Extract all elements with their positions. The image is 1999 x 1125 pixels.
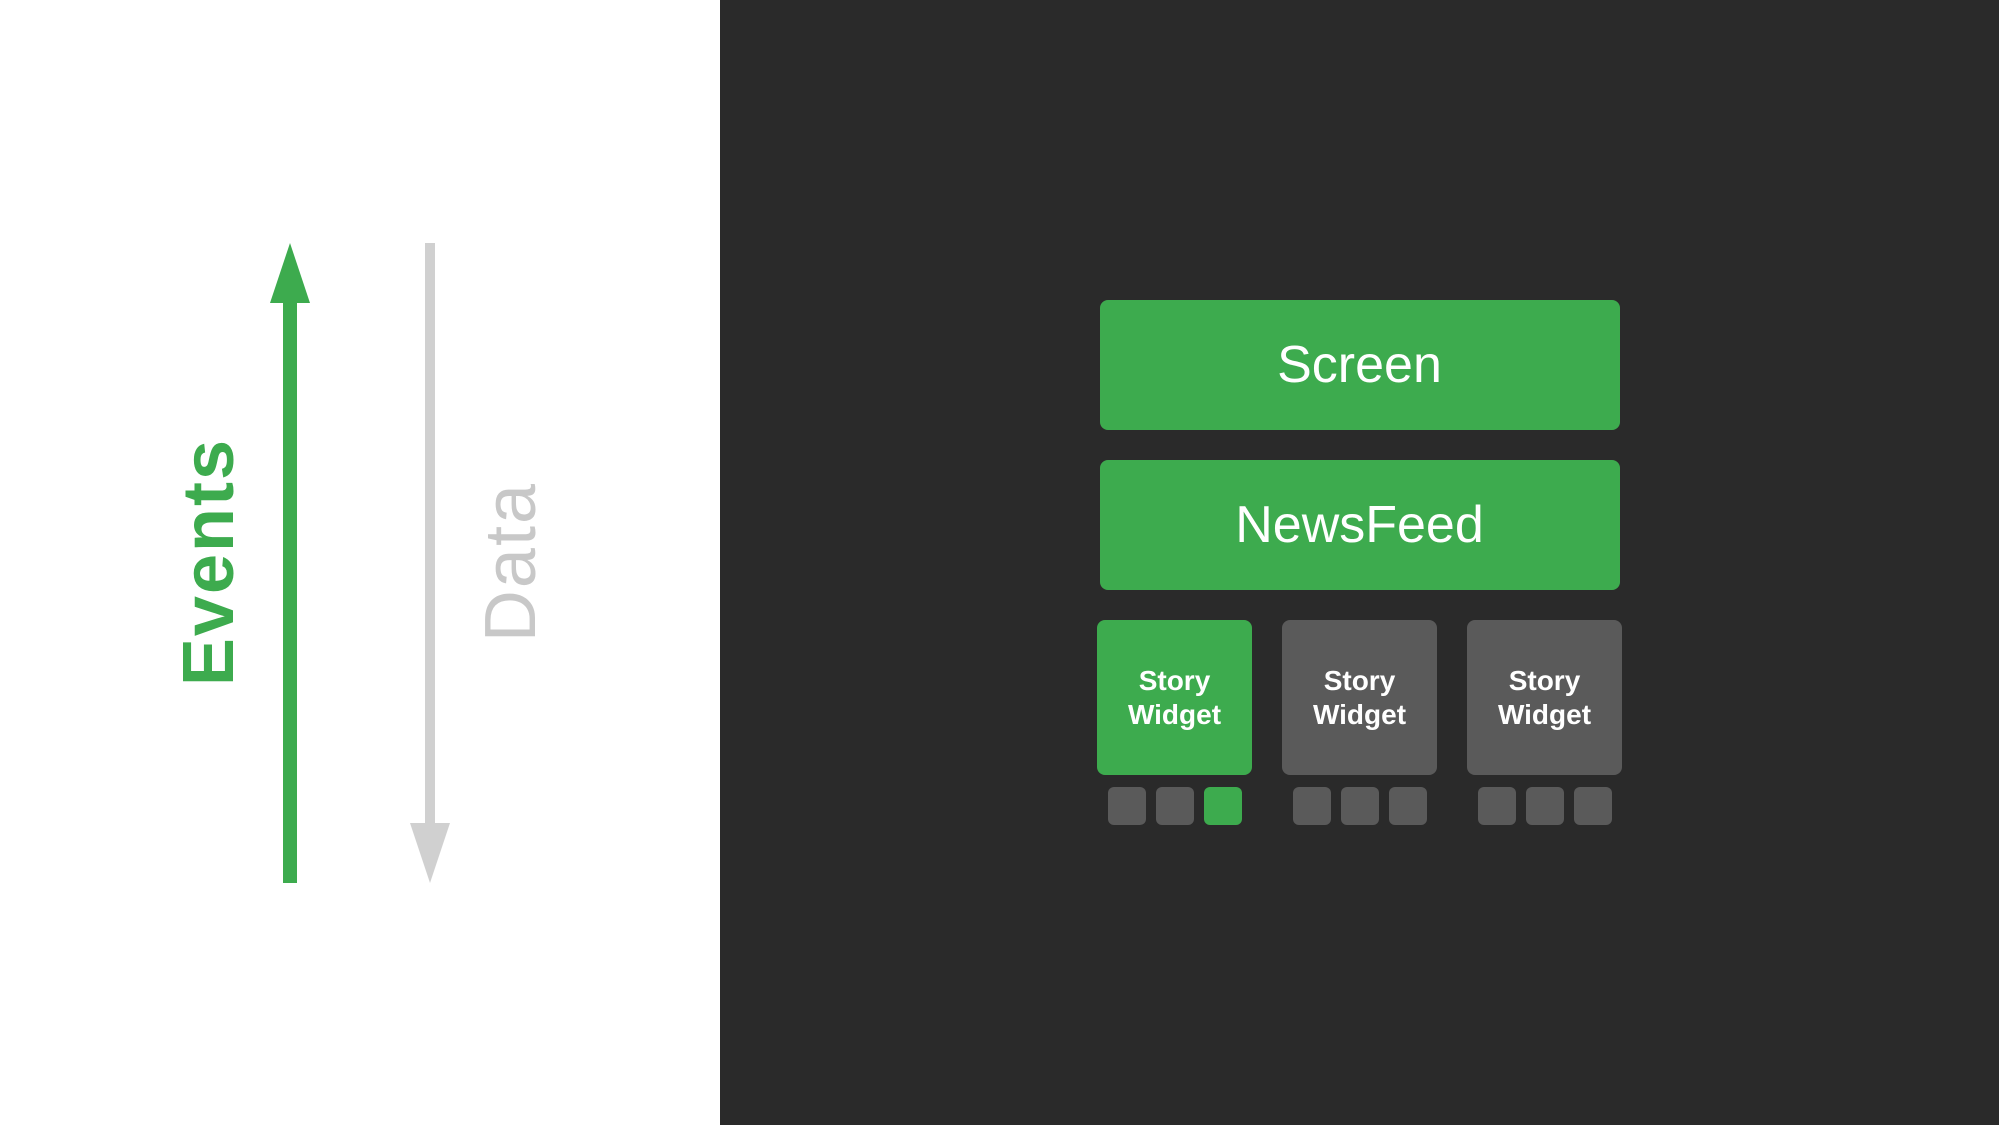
dots-row-3 — [1478, 787, 1612, 825]
screen-box: Screen — [1100, 300, 1620, 430]
dots-row-1 — [1108, 787, 1242, 825]
dot-3-3 — [1574, 787, 1612, 825]
data-label: Data — [470, 482, 552, 642]
data-arrow-group: Data — [410, 223, 552, 903]
story-widget-label-2: StoryWidget — [1313, 664, 1406, 731]
story-widget-label-3: StoryWidget — [1498, 664, 1591, 731]
story-widget-group-1: StoryWidget — [1097, 620, 1252, 825]
right-content: Screen NewsFeed StoryWidget — [800, 300, 1919, 825]
story-widget-label-1: StoryWidget — [1128, 664, 1221, 731]
arrows-container: Events Data — [168, 213, 552, 913]
story-widget-box-2: StoryWidget — [1282, 620, 1437, 775]
left-panel: Events Data — [0, 0, 720, 1125]
events-arrow-icon — [270, 223, 310, 903]
dots-row-2 — [1293, 787, 1427, 825]
story-widget-group-2: StoryWidget — [1282, 620, 1437, 825]
dot-3-1 — [1478, 787, 1516, 825]
dot-1-1 — [1108, 787, 1146, 825]
story-widget-box-1: StoryWidget — [1097, 620, 1252, 775]
dot-2-3 — [1389, 787, 1427, 825]
screen-label: Screen — [1277, 335, 1442, 395]
events-arrow-group: Events — [168, 223, 310, 903]
dot-1-3 — [1204, 787, 1242, 825]
story-widget-box-3: StoryWidget — [1467, 620, 1622, 775]
data-arrow-icon — [410, 223, 450, 903]
dot-1-2 — [1156, 787, 1194, 825]
newsfeed-label: NewsFeed — [1235, 495, 1484, 555]
story-widget-group-3: StoryWidget — [1467, 620, 1622, 825]
dot-2-1 — [1293, 787, 1331, 825]
newsfeed-box: NewsFeed — [1100, 460, 1620, 590]
dot-2-2 — [1341, 787, 1379, 825]
right-panel: Screen NewsFeed StoryWidget — [720, 0, 1999, 1125]
dot-3-2 — [1526, 787, 1564, 825]
events-label: Events — [168, 438, 250, 686]
story-widgets-row: StoryWidget StoryWidget — [1097, 620, 1622, 825]
